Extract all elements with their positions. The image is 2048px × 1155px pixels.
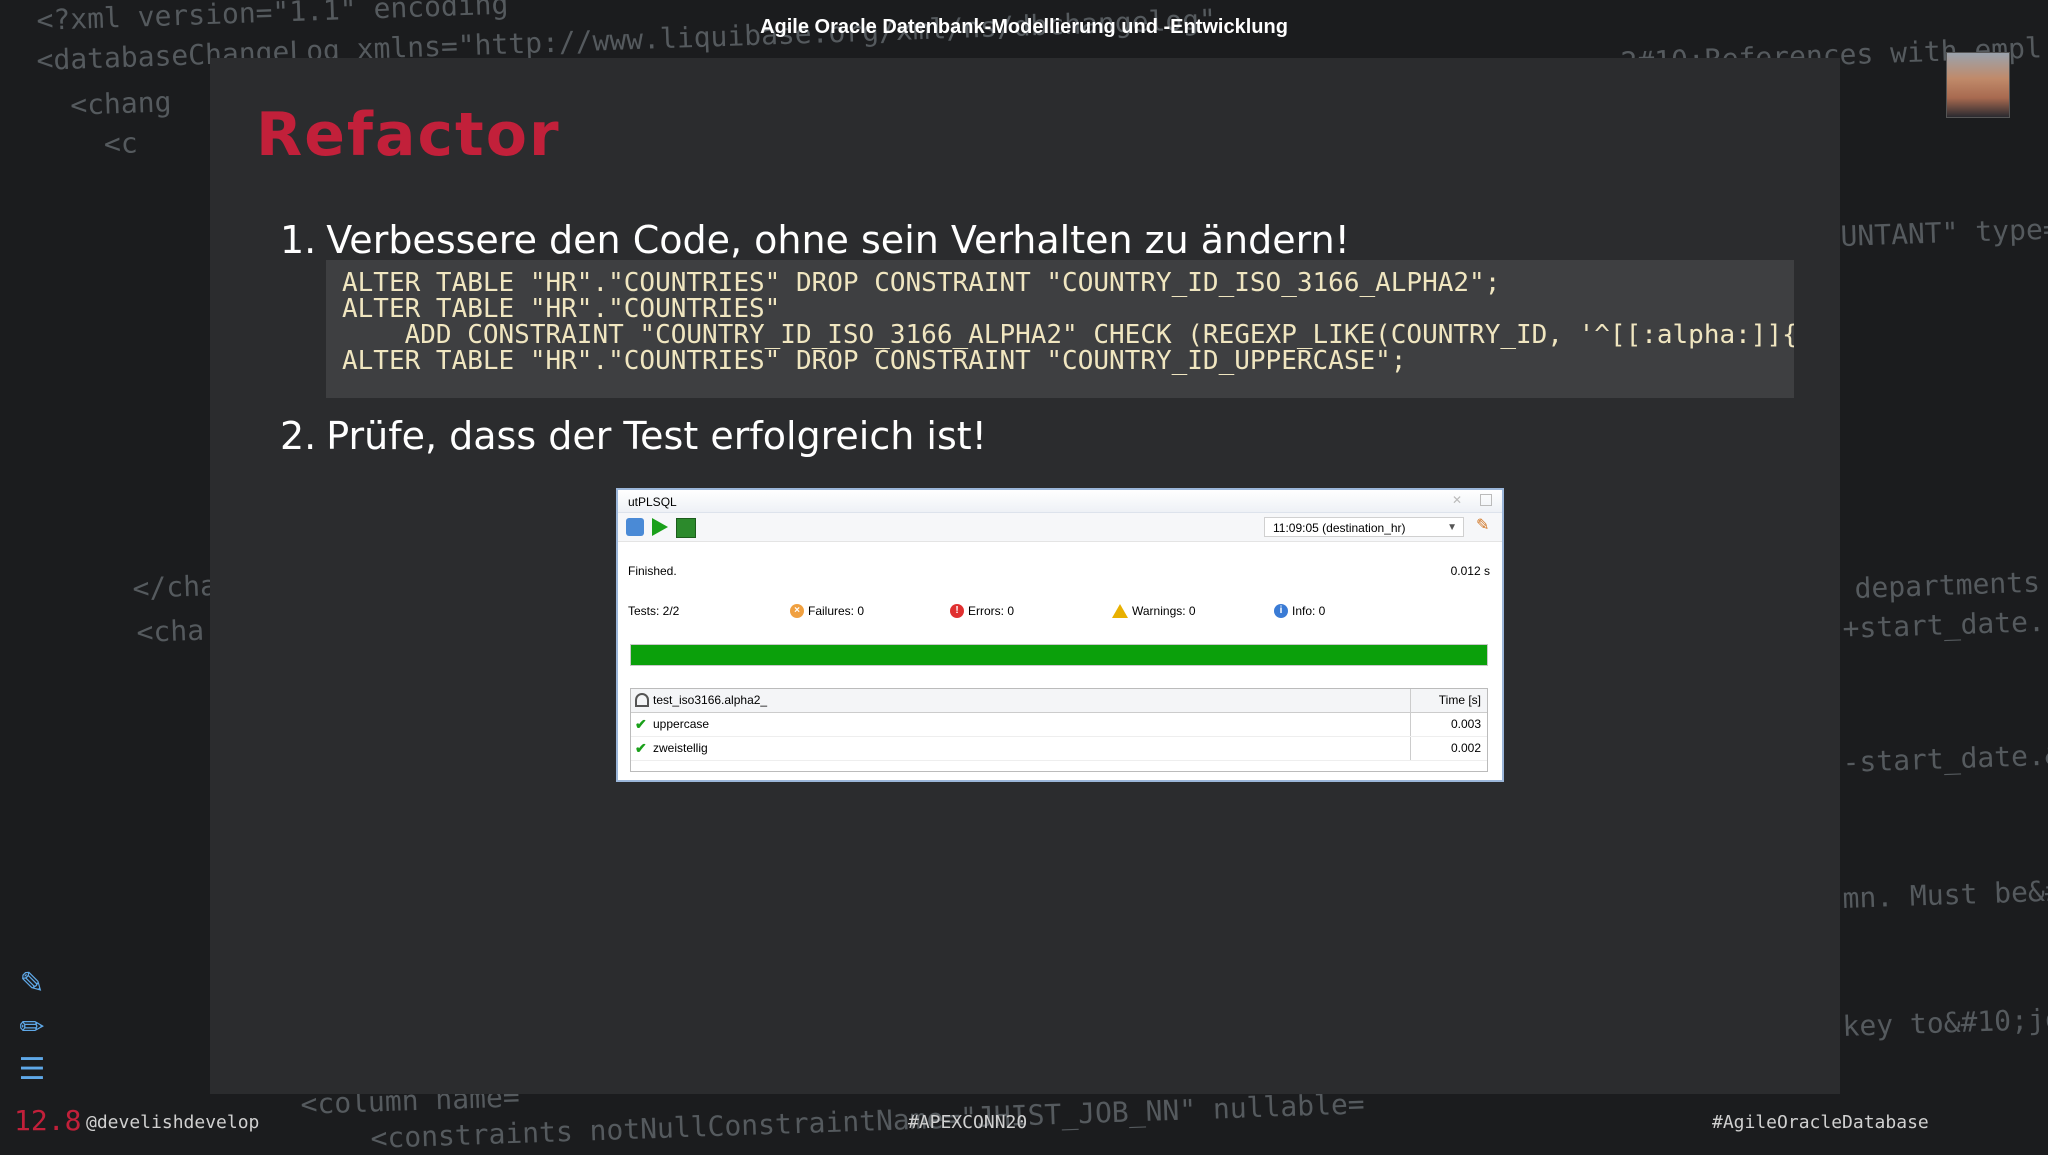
elapsed-time: 0.012 s xyxy=(1450,564,1490,578)
warnings-count: Warnings: 0 xyxy=(1132,604,1196,618)
results-table: test_iso3166.alpha2_ Time [s] ✔ uppercas… xyxy=(630,688,1488,772)
utplsql-window: utPLSQL ✕ 11:09:05 (destination_hr) ▼ ✎ … xyxy=(616,488,1504,782)
info-icon: i xyxy=(1274,604,1288,618)
background-code-line: <cha xyxy=(136,613,205,649)
test-time: 0.002 xyxy=(1450,741,1481,755)
twitter-handle: @develishdevelop xyxy=(86,1112,260,1133)
annotate-icon[interactable]: ✎ xyxy=(14,966,50,1002)
suite-icon xyxy=(635,693,649,707)
step-number: 1. xyxy=(280,218,317,262)
time-column-header: Time [s] xyxy=(1438,693,1481,707)
background-code-line: <c xyxy=(36,126,139,163)
code-line: ADD CONSTRAINT "COUNTRY_ID_ISO_3166_ALPH… xyxy=(404,320,1794,350)
event-hashtag: #APEXCONN20 xyxy=(908,1112,1028,1133)
presentation-title: Agile Oracle Datenbank-Modellierung und … xyxy=(760,16,1288,38)
code-block: ALTER TABLE "HR"."COUNTRIES" DROP CONSTR… xyxy=(326,260,1794,398)
background-code-line: UNTANT" type= xyxy=(1840,212,2048,253)
check-icon: ✔ xyxy=(635,716,647,732)
progress-bar-fill xyxy=(631,645,1487,665)
code-line: ALTER TABLE "HR"."COUNTRIES" DROP CONSTR… xyxy=(342,346,1407,376)
chevron-down-icon: ▼ xyxy=(1447,522,1457,533)
table-row[interactable]: ✔ uppercase 0.003 xyxy=(631,713,1487,737)
info-counter: i Info: 0 xyxy=(1274,604,1325,618)
step-number: 2. xyxy=(280,414,317,458)
slide-number: 12.8 xyxy=(14,1104,82,1137)
topic-hashtag: #AgileOracleDatabase xyxy=(1712,1112,1929,1133)
error-icon: ! xyxy=(950,604,964,618)
code-line: ALTER TABLE "HR"."COUNTRIES" DROP CONSTR… xyxy=(342,268,1501,298)
test-time: 0.003 xyxy=(1450,717,1481,731)
utplsql-titlebar: utPLSQL ✕ xyxy=(618,490,1502,513)
code-line: ALTER TABLE "HR"."COUNTRIES" xyxy=(342,294,781,324)
run-history-select[interactable]: 11:09:05 (destination_hr) ▼ xyxy=(1264,517,1464,537)
results-header-row[interactable]: test_iso3166.alpha2_ Time [s] xyxy=(631,689,1487,713)
errors-counter: ! Errors: 0 xyxy=(950,604,1014,618)
failures-count: Failures: 0 xyxy=(808,604,865,618)
clear-history-icon[interactable]: ✎ xyxy=(1476,517,1494,535)
table-row[interactable]: ✔ zweistellig 0.002 xyxy=(631,737,1487,761)
background-code-line: key to&#10;jo xyxy=(1842,1002,2048,1043)
close-icon[interactable]: ✕ xyxy=(1452,493,1462,507)
errors-count: Errors: 0 xyxy=(968,604,1015,618)
warnings-counter: Warnings: 0 xyxy=(1112,604,1196,618)
slide: Refactor 1. Verbessere den Code, ohne sei… xyxy=(210,58,1840,1094)
suite-name: test_iso3166.alpha2_ xyxy=(653,693,768,707)
step-1: 1. Verbessere den Code, ohne sein Verhalt… xyxy=(280,218,1350,262)
progress-bar xyxy=(630,644,1488,666)
run-status: Finished. xyxy=(628,564,677,578)
step-text: Verbessere den Code, ohne sein Verhalten… xyxy=(326,218,1350,262)
background-code-line: departments xyxy=(1854,565,2041,605)
check-icon: ✔ xyxy=(635,740,647,756)
background-code-line: </cha xyxy=(132,569,218,605)
presenter-avatar xyxy=(1946,52,2010,118)
run-icon[interactable] xyxy=(652,518,668,536)
background-code-line: <chang xyxy=(36,85,172,123)
run-history-value: 11:09:05 (destination_hr) xyxy=(1273,521,1406,535)
failures-counter: × Failures: 0 xyxy=(790,604,864,618)
column-divider xyxy=(1410,713,1411,736)
background-code-line: mn. Must be&# xyxy=(1842,874,2048,915)
step-text: Prüfe, dass der Test erfolgreich ist! xyxy=(326,414,987,458)
utplsql-toolbar: 11:09:05 (destination_hr) ▼ ✎ xyxy=(618,513,1502,542)
background-code-line: +start_date. xyxy=(1842,604,2046,645)
column-divider xyxy=(1410,737,1411,760)
minimize-icon[interactable] xyxy=(1480,494,1492,506)
debug-run-icon[interactable] xyxy=(676,518,696,538)
pen-icon[interactable]: ✏ xyxy=(14,1010,50,1046)
info-count: Info: 0 xyxy=(1292,604,1326,618)
step-2: 2. Prüfe, dass der Test erfolgreich ist! xyxy=(280,414,987,458)
slide-title: Refactor xyxy=(256,100,561,170)
tests-counter: Tests: 2/2 xyxy=(628,604,679,618)
warning-icon xyxy=(1112,604,1128,618)
refresh-icon[interactable] xyxy=(626,518,644,536)
column-divider xyxy=(1410,689,1411,712)
utplsql-window-title: utPLSQL xyxy=(628,495,677,509)
failure-icon: × xyxy=(790,604,804,618)
counters-row: Tests: 2/2 × Failures: 0 ! Errors: 0 War… xyxy=(628,604,1494,620)
status-row: Finished. 0.012 s xyxy=(628,564,1494,578)
tests-count: Tests: 2/2 xyxy=(628,604,680,618)
background-code-line: -start_date.& xyxy=(1842,738,2048,779)
test-name: zweistellig xyxy=(653,741,708,755)
test-name: uppercase xyxy=(653,717,710,731)
menu-icon[interactable]: ☰ xyxy=(14,1052,50,1088)
